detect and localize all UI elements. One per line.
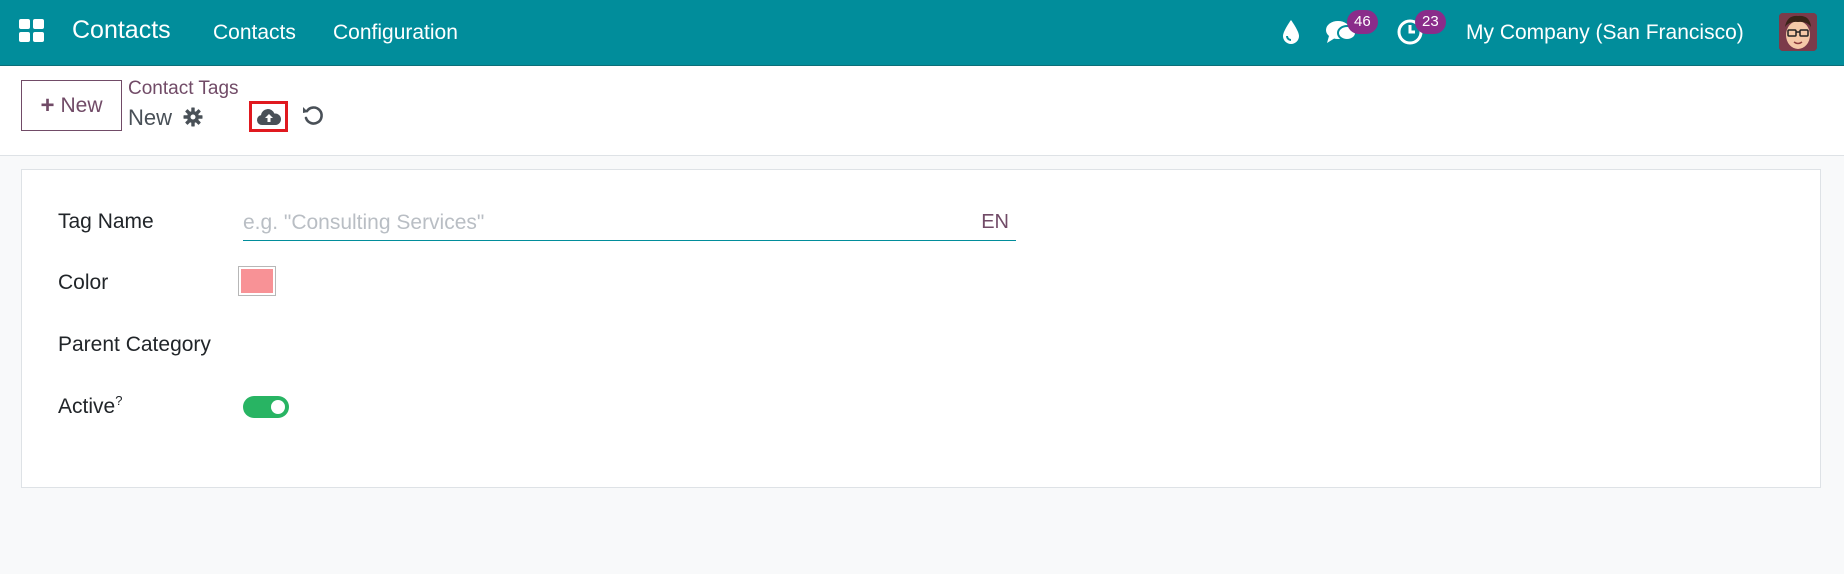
company-switcher[interactable]: My Company (San Francisco)	[1466, 21, 1744, 45]
help-tooltip-icon[interactable]: ?	[115, 393, 122, 408]
app-title[interactable]: Contacts	[72, 16, 171, 45]
discard-button[interactable]	[301, 103, 325, 132]
new-button-label: New	[60, 93, 103, 117]
gear-icon[interactable]	[183, 107, 203, 132]
activities-badge: 23	[1415, 10, 1446, 34]
tag-name-label: Tag Name	[58, 210, 154, 233]
cloud-upload-icon	[256, 108, 281, 125]
form-sheet: Tag Name EN Color Parent Category Active…	[21, 169, 1821, 488]
tag-name-input[interactable]	[243, 206, 943, 240]
undo-icon	[303, 106, 323, 125]
messages-badge: 46	[1347, 10, 1378, 34]
save-button[interactable]	[249, 101, 288, 132]
menu-contacts[interactable]: Contacts	[213, 21, 296, 45]
language-button[interactable]: EN	[981, 211, 1009, 234]
breadcrumb-contact-tags[interactable]: Contact Tags	[128, 78, 239, 100]
water-drop-icon[interactable]	[1281, 19, 1301, 50]
control-panel: + New Contact Tags New	[0, 66, 1844, 156]
record-name: New	[128, 105, 173, 130]
top-navbar: Contacts Contacts Configuration 46 23 My…	[0, 0, 1844, 66]
color-picker[interactable]	[239, 267, 275, 295]
user-avatar[interactable]	[1779, 13, 1817, 51]
tag-name-field: EN	[243, 206, 1016, 241]
parent-category-label: Parent Category	[58, 333, 211, 356]
plus-icon: +	[40, 91, 55, 119]
new-button[interactable]: + New	[21, 80, 122, 131]
active-label-text: Active	[58, 395, 116, 418]
active-label: Active?	[58, 393, 122, 419]
active-toggle[interactable]	[243, 396, 289, 418]
menu-configuration[interactable]: Configuration	[333, 21, 458, 45]
toggle-knob	[271, 400, 285, 414]
color-label: Color	[58, 271, 109, 294]
apps-grid-icon[interactable]	[19, 19, 45, 43]
